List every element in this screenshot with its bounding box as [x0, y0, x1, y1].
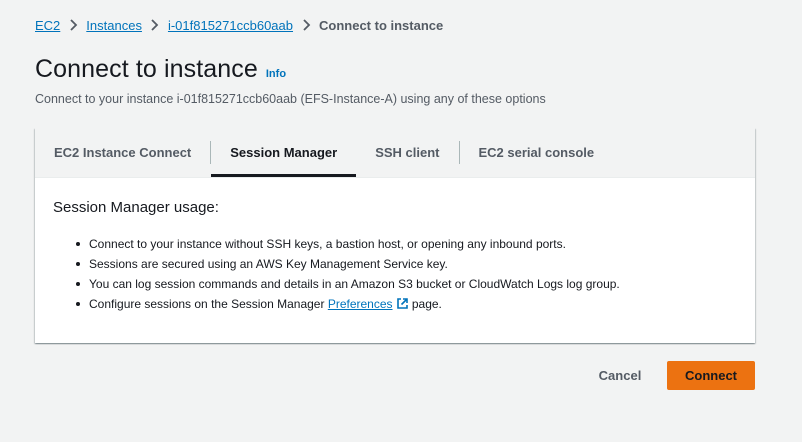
page-title: Connect to instance [35, 55, 258, 83]
tab-bar: EC2 Instance Connect Session Manager SSH… [35, 128, 755, 178]
list-item: Connect to your instance without SSH key… [53, 234, 737, 254]
connect-button[interactable]: Connect [667, 361, 755, 390]
list-item: Configure sessions on the Session Manage… [53, 294, 737, 314]
chevron-right-icon [60, 19, 86, 31]
preferences-link[interactable]: Preferences [328, 297, 393, 311]
tab-ec2-instance-connect[interactable]: EC2 Instance Connect [35, 128, 210, 177]
list-item-text: page. [408, 297, 442, 311]
page-subtitle: Connect to your instance i-01f815271ccb6… [35, 92, 546, 106]
connect-options-panel: EC2 Instance Connect Session Manager SSH… [35, 128, 755, 343]
page-header: Connect to instance Info [35, 55, 286, 84]
external-link-icon[interactable] [396, 296, 409, 309]
list-item: You can log session commands and details… [53, 274, 737, 294]
tab-ssh-client[interactable]: SSH client [356, 128, 458, 177]
cancel-button[interactable]: Cancel [590, 362, 650, 388]
tab-ec2-serial-console[interactable]: EC2 serial console [460, 128, 614, 177]
breadcrumb-instances-link[interactable]: Instances [86, 18, 142, 33]
breadcrumb: EC2 Instances i-01f815271ccb60aab Connec… [35, 16, 443, 34]
breadcrumb-ec2-link[interactable]: EC2 [35, 18, 60, 33]
chevron-right-icon [142, 19, 168, 31]
session-manager-content: Session Manager usage: Connect to your i… [35, 178, 755, 335]
tab-session-manager[interactable]: Session Manager [211, 128, 357, 177]
chevron-right-icon [293, 19, 319, 31]
usage-list: Connect to your instance without SSH key… [53, 234, 737, 314]
breadcrumb-instance-id-link[interactable]: i-01f815271ccb60aab [168, 18, 293, 33]
list-item-text: Configure sessions on the Session Manage… [89, 297, 328, 311]
usage-heading: Session Manager usage: [53, 199, 219, 216]
info-link[interactable]: Info [266, 68, 286, 80]
breadcrumb-current: Connect to instance [319, 17, 444, 33]
list-item: Sessions are secured using an AWS Key Ma… [53, 254, 737, 274]
